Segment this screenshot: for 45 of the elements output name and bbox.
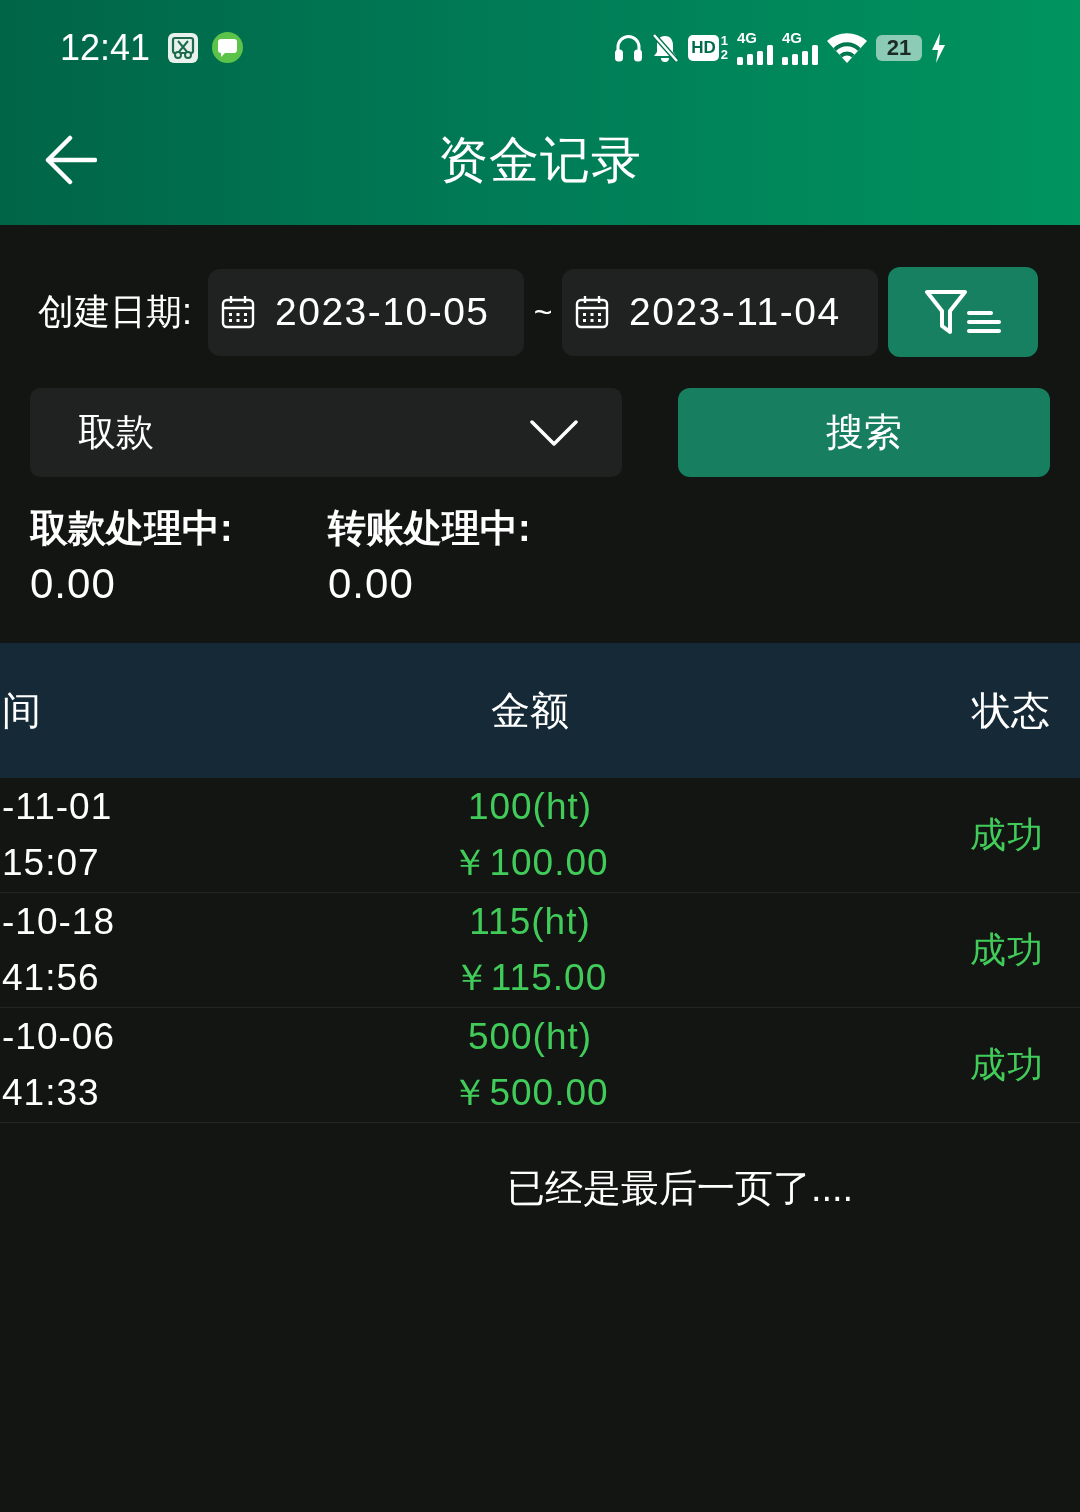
wifi-icon	[827, 32, 867, 63]
headphones-icon	[615, 33, 643, 62]
network-type-label: 4G	[737, 30, 757, 45]
chevron-down-icon	[530, 419, 578, 446]
bell-off-icon	[651, 32, 680, 63]
column-header: 间	[1, 687, 42, 734]
calendar-icon	[575, 295, 609, 329]
time-cell-text: -10-06 41:33	[1, 1015, 116, 1115]
pending-amount: 0.00	[30, 559, 117, 609]
status-cell-text: 成功	[970, 1042, 1045, 1087]
sim-slot-label: 2	[720, 47, 728, 62]
filter-button[interactable]	[888, 267, 1038, 357]
sim-slot-label: 1	[720, 33, 728, 48]
end-date-field[interactable]: 2023-11-04	[562, 268, 878, 356]
type-dropdown[interactable]: 取款	[30, 388, 622, 477]
amount-cell-text: 100(ht) ￥100.00	[450, 785, 610, 885]
screen-scissors-icon	[168, 32, 199, 63]
page-title: 资金记录	[438, 130, 642, 190]
status-cell-text: 成功	[970, 812, 1045, 857]
back-button[interactable]	[45, 135, 97, 185]
pending-label: 取款处理中:	[30, 506, 234, 551]
pending-amount: 0.00	[328, 559, 415, 609]
chat-bubble-icon	[212, 32, 244, 63]
amount-cell-text: 500(ht) ￥500.00	[450, 1015, 610, 1115]
start-date-field[interactable]: 2023-10-05	[208, 268, 524, 356]
pending-label: 转账处理中:	[328, 506, 532, 551]
signal-icon	[737, 45, 773, 65]
time-cell-text: -10-18 41:56	[1, 900, 116, 1000]
time-cell-text: -11-01 15:07	[1, 785, 114, 885]
hd-badge: HD	[688, 34, 719, 61]
end-of-list-text: 已经是最后一页了....	[506, 1167, 854, 1209]
status-time: 12:41	[60, 26, 151, 69]
amount-cell-text: 115(ht) ￥115.00	[451, 900, 609, 1000]
network-type-label: 4G	[782, 30, 802, 45]
filter-icon	[925, 289, 1001, 335]
column-header: 金额	[490, 687, 570, 734]
signal-icon	[782, 45, 818, 65]
calendar-icon	[221, 295, 255, 329]
status-cell-text: 成功	[970, 927, 1045, 972]
column-header: 状态	[970, 687, 1051, 734]
battery-level: 21	[876, 34, 922, 61]
date-separator: ~	[532, 293, 554, 331]
back-arrow-icon	[45, 135, 97, 185]
search-button[interactable]: 搜索	[678, 388, 1050, 477]
date-label: 创建日期:	[38, 289, 192, 334]
